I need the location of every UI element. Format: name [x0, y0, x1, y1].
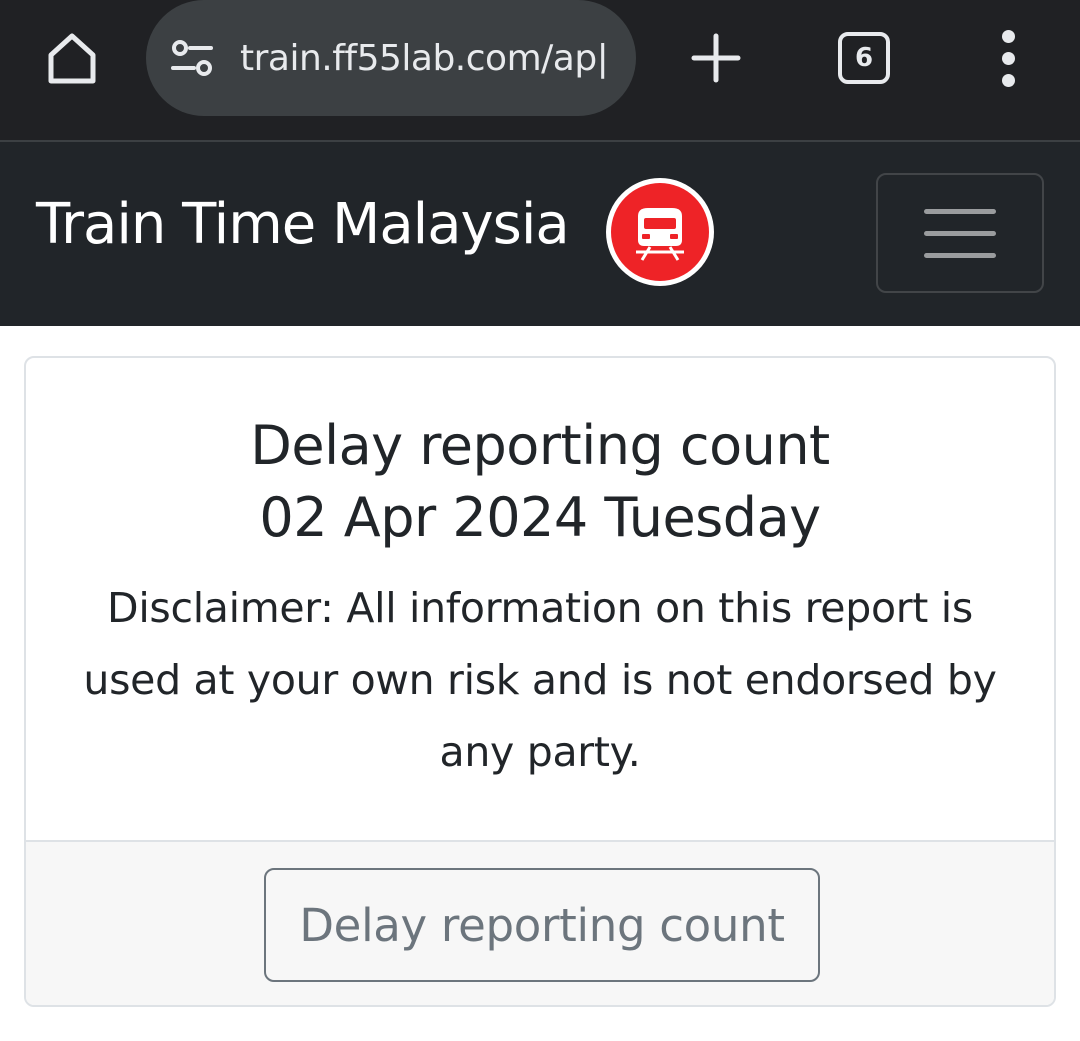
- more-vertical-icon[interactable]: [982, 26, 1034, 90]
- card-body: Delay reporting count 02 Apr 2024 Tuesda…: [26, 358, 1054, 840]
- card-footer: Delay reporting count: [26, 840, 1054, 1005]
- navbar-toggler-button[interactable]: [876, 173, 1044, 293]
- address-bar[interactable]: train.ff55lab.com/ap|: [146, 0, 636, 116]
- report-card: Delay reporting count 02 Apr 2024 Tuesda…: [24, 356, 1056, 1007]
- train-logo[interactable]: [606, 178, 714, 286]
- new-tab-button[interactable]: [684, 26, 748, 90]
- browser-toolbar: train.ff55lab.com/ap| 6: [0, 0, 1080, 142]
- hamburger-icon: [924, 208, 996, 214]
- train-icon: [636, 208, 684, 261]
- delay-reporting-count-button[interactable]: Delay reporting count: [264, 868, 820, 982]
- site-settings-icon[interactable]: [166, 32, 218, 84]
- card-title: Delay reporting count 02 Apr 2024 Tuesda…: [26, 410, 1054, 554]
- tab-count-badge: 6: [838, 32, 890, 84]
- title-line-2: 02 Apr 2024 Tuesday: [259, 486, 821, 549]
- disclaimer-text: Disclaimer: All information on this repo…: [83, 584, 997, 776]
- home-icon: [48, 33, 96, 84]
- tab-switcher-button[interactable]: 6: [834, 28, 894, 88]
- url-text: train.ff55lab.com/ap|: [240, 37, 609, 79]
- title-line-1: Delay reporting count: [250, 414, 830, 477]
- brand-title[interactable]: Train Time Malaysia: [36, 192, 570, 257]
- home-button[interactable]: [40, 26, 104, 90]
- plus-icon: [691, 33, 741, 83]
- navbar: Train Time Malaysia: [0, 142, 1080, 326]
